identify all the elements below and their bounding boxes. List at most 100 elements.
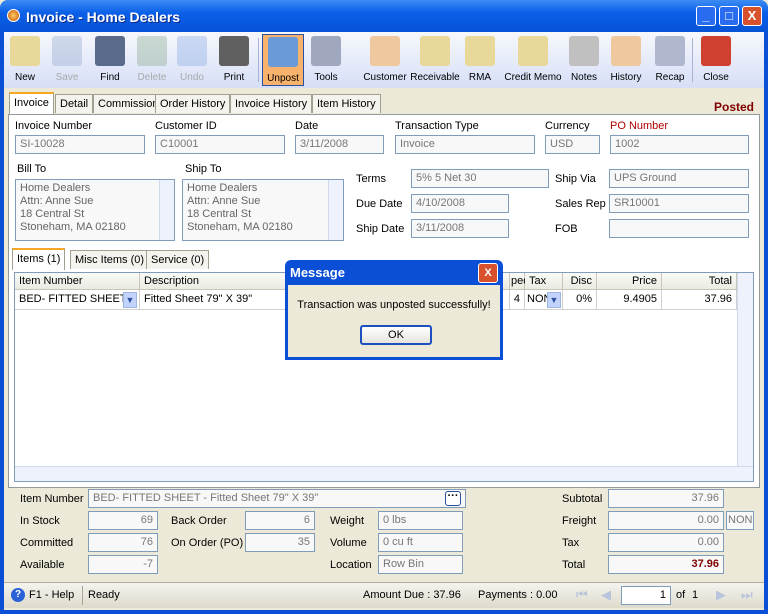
tax-label: Tax bbox=[562, 537, 580, 549]
cell-shipped[interactable]: 4 bbox=[500, 290, 525, 310]
po-number-label: PO Number bbox=[610, 120, 669, 132]
ship-to-address[interactable]: Home Dealers Attn: Anne Sue 18 Central St S… bbox=[182, 179, 344, 241]
address-line: Stoneham, MA 02180 bbox=[187, 221, 293, 233]
vertical-scrollbar[interactable] bbox=[737, 273, 753, 466]
date-field[interactable]: 3/11/2008 bbox=[295, 135, 384, 154]
fob-label: FOB bbox=[555, 223, 578, 235]
column-header-total[interactable]: Total bbox=[662, 273, 737, 290]
tab-detail[interactable]: Detail bbox=[55, 94, 94, 113]
ship-date-field[interactable]: 3/11/2008 bbox=[411, 219, 509, 238]
print-icon bbox=[219, 36, 249, 66]
column-header-price[interactable]: Price bbox=[597, 273, 662, 290]
new-button[interactable]: New bbox=[7, 34, 43, 86]
scrollbar[interactable] bbox=[328, 180, 343, 240]
next-page-icon[interactable]: ▶ bbox=[716, 587, 726, 603]
toolbar-label: Notes bbox=[570, 72, 598, 83]
minimize-button[interactable]: _ bbox=[696, 6, 716, 26]
find-button[interactable]: Find bbox=[92, 34, 128, 86]
column-header-disc[interactable]: Disc bbox=[563, 273, 597, 290]
undo-button[interactable]: Undo bbox=[174, 34, 210, 86]
scrollbar[interactable] bbox=[159, 180, 174, 240]
chevron-down-icon[interactable]: ▼ bbox=[123, 292, 137, 308]
terms-label: Terms bbox=[356, 173, 386, 185]
customer-id-field[interactable]: C10001 bbox=[155, 135, 285, 154]
transaction-type-label: Transaction Type bbox=[395, 120, 479, 132]
recap-button[interactable]: Recap bbox=[650, 34, 690, 86]
more-button[interactable]: ··· bbox=[445, 491, 461, 506]
customer-button[interactable]: Customer bbox=[362, 34, 408, 86]
tab-items[interactable]: Items (1) bbox=[12, 248, 66, 270]
location-label: Location bbox=[330, 559, 372, 571]
notes-button[interactable]: Notes bbox=[566, 34, 602, 86]
cell-item-number[interactable]: BED- FITTED SHEET bbox=[15, 290, 140, 310]
back-order-label: Back Order bbox=[171, 515, 227, 527]
window-title: Invoice - Home Dealers bbox=[26, 9, 181, 25]
transaction-type-field[interactable]: Invoice bbox=[395, 135, 535, 154]
first-page-icon[interactable]: ⏮ bbox=[576, 587, 588, 603]
bill-to-label: Bill To bbox=[17, 163, 47, 175]
save-icon bbox=[52, 36, 82, 66]
print-button[interactable]: Print bbox=[216, 34, 252, 86]
cell-total[interactable]: 37.96 bbox=[662, 290, 737, 310]
save-button[interactable]: Save bbox=[49, 34, 85, 86]
toolbar-label: Customer bbox=[363, 72, 407, 83]
due-date-field[interactable]: 4/10/2008 bbox=[411, 194, 509, 213]
currency-field[interactable]: USD bbox=[545, 135, 600, 154]
amount-due: Amount Due : 37.96 bbox=[363, 589, 461, 601]
tab-commission[interactable]: Commission bbox=[93, 94, 164, 113]
unpost-button[interactable]: Unpost bbox=[262, 34, 304, 86]
ok-button[interactable]: OK bbox=[360, 325, 432, 345]
toolbar-label: Close bbox=[703, 72, 729, 83]
item-number-field[interactable]: BED- FITTED SHEET - Fitted Sheet 79" X 3… bbox=[88, 489, 466, 508]
cell-price[interactable]: 9.4905 bbox=[597, 290, 662, 310]
close-button[interactable]: Close bbox=[696, 34, 736, 86]
rma-button[interactable]: RMA bbox=[462, 34, 498, 86]
tab-service[interactable]: Service (0) bbox=[146, 250, 210, 269]
tools-button[interactable]: Tools bbox=[306, 34, 346, 86]
committed-field: 76 bbox=[88, 533, 158, 552]
invoice-number-field[interactable]: SI-10028 bbox=[15, 135, 145, 154]
delete-button[interactable]: Delete bbox=[134, 34, 170, 86]
notes-icon bbox=[569, 36, 599, 66]
credit-memo-button[interactable]: Credit Memo bbox=[504, 34, 562, 86]
dialog-close-button[interactable]: X bbox=[478, 263, 498, 283]
terms-field[interactable]: 5% 5 Net 30 bbox=[411, 169, 549, 188]
app-icon bbox=[7, 9, 20, 22]
column-header-tax[interactable]: Tax bbox=[525, 273, 563, 290]
address-line: Home Dealers bbox=[20, 182, 91, 194]
po-number-field[interactable]: 1002 bbox=[610, 135, 749, 154]
subtotal-field: 37.96 bbox=[608, 489, 724, 508]
tab-invoice-history[interactable]: Invoice History bbox=[230, 94, 313, 113]
volume-label: Volume bbox=[330, 537, 367, 549]
history-icon bbox=[611, 36, 641, 66]
last-page-icon[interactable]: ⏭ bbox=[741, 587, 753, 603]
fob-field[interactable] bbox=[609, 219, 749, 238]
freight-label: Freight bbox=[562, 515, 597, 527]
sales-rep-field[interactable]: SR10001 bbox=[609, 194, 749, 213]
horizontal-scrollbar[interactable] bbox=[15, 466, 753, 481]
address-line: Attn: Anne Sue bbox=[187, 195, 261, 207]
chevron-down-icon[interactable]: ▼ bbox=[547, 292, 561, 308]
cell-disc[interactable]: 0% bbox=[563, 290, 597, 310]
tab-misc-items[interactable]: Misc Items (0) bbox=[70, 250, 150, 269]
address-line: Home Dealers bbox=[187, 182, 258, 194]
ship-via-field[interactable]: UPS Ground bbox=[609, 169, 749, 188]
help-icon[interactable]: ? bbox=[11, 588, 25, 602]
tab-item-history[interactable]: Item History bbox=[312, 94, 381, 113]
ship-date-label: Ship Date bbox=[356, 223, 405, 235]
dialog-title: Message bbox=[290, 265, 345, 280]
history-button[interactable]: History bbox=[606, 34, 646, 86]
prev-page-icon[interactable]: ◀ bbox=[601, 587, 611, 603]
tab-invoice[interactable]: Invoice bbox=[9, 92, 54, 114]
freight-tax-code[interactable]: NON bbox=[726, 511, 754, 530]
receivable-button[interactable]: Receivable bbox=[409, 34, 461, 86]
maximize-button[interactable]: □ bbox=[719, 6, 739, 26]
help-label[interactable]: F1 - Help bbox=[29, 589, 74, 601]
column-header-item-number[interactable]: Item Number bbox=[15, 273, 140, 290]
freight-field[interactable]: 0.00 bbox=[608, 511, 724, 530]
page-input[interactable]: 1 bbox=[621, 586, 671, 605]
bill-to-address[interactable]: Home Dealers Attn: Anne Sue 18 Central St S… bbox=[15, 179, 175, 241]
tab-order-history[interactable]: Order History bbox=[155, 94, 231, 113]
close-window-button[interactable]: X bbox=[742, 6, 762, 26]
column-header-shipped[interactable]: ped bbox=[510, 273, 529, 290]
